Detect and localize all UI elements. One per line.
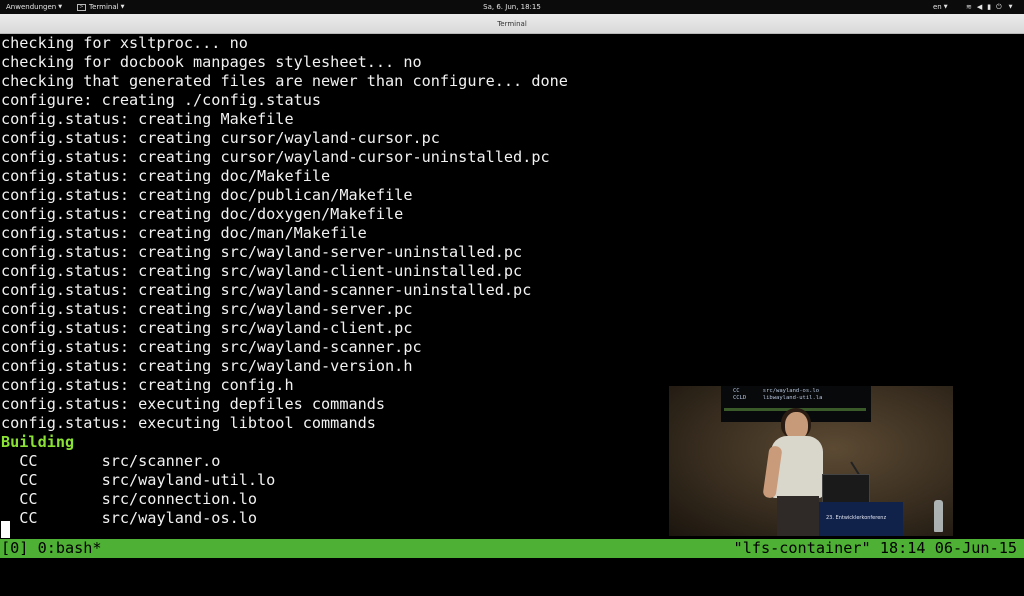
terminal-line: config.status: creating doc/publican/Mak…	[1, 186, 413, 204]
tmux-status-bar: [0] 0:bash* "lfs-container" 18:14 06-Jun…	[0, 539, 1024, 558]
laptop	[822, 474, 870, 504]
terminal-bottom-padding	[0, 558, 1024, 576]
terminal-line: CC src/wayland-os.lo	[1, 509, 258, 527]
terminal-line: config.status: creating doc/doxygen/Make…	[1, 205, 404, 223]
terminal-line: config.status: creating doc/Makefile	[1, 167, 331, 185]
window-titlebar[interactable]: Terminal	[0, 14, 1024, 34]
terminal-line: config.status: creating src/wayland-clie…	[1, 319, 413, 337]
terminal-line: config.status: creating src/wayland-vers…	[1, 357, 413, 375]
clock[interactable]: Sa, 6. Jun, 18:15	[0, 0, 1024, 14]
terminal-line: config.status: creating src/wayland-serv…	[1, 243, 523, 261]
terminal-cursor	[1, 521, 10, 538]
wifi-icon: ≋	[966, 3, 977, 11]
terminal-line: config.status: executing libtool command…	[1, 414, 376, 432]
building-heading: Building	[1, 433, 75, 451]
power-icon: ⏻	[996, 3, 1007, 11]
terminal-line: config.status: creating src/wayland-serv…	[1, 300, 413, 318]
terminal-line: config.status: creating config.h	[1, 376, 294, 394]
volume-icon: ◀	[976, 3, 988, 11]
speaker-legs	[777, 496, 819, 536]
window-title: Terminal	[497, 20, 527, 28]
terminal-line: config.status: creating cursor/wayland-c…	[1, 148, 550, 166]
terminal-line: config.status: creating doc/man/Makefile	[1, 224, 367, 242]
projection-line: CCLD libwayland-util.la	[733, 395, 823, 401]
terminal-line: config.status: creating src/wayland-clie…	[1, 262, 523, 280]
speaker-video-overlay: CC src/wayland-os.lo CCLD libwayland-uti…	[669, 386, 953, 536]
terminal-line: CC src/connection.lo	[1, 490, 258, 508]
terminal-line: CC src/wayland-util.lo	[1, 471, 276, 489]
terminal-line: config.status: creating Makefile	[1, 110, 294, 128]
tmux-window-list[interactable]: [0] 0:bash*	[1, 539, 102, 558]
water-bottle	[934, 500, 943, 532]
terminal-line: configure: creating ./config.status	[1, 91, 322, 109]
terminal-line: config.status: creating src/wayland-scan…	[1, 281, 532, 299]
chevron-down-icon: ▼	[943, 4, 948, 10]
terminal-line: config.status: creating src/wayland-scan…	[1, 338, 422, 356]
battery-icon: ▮	[987, 3, 997, 11]
terminal-line: config.status: creating cursor/wayland-c…	[1, 129, 440, 147]
podium-logo-text: 23. Entwicklerkonferenz	[826, 515, 887, 521]
terminal-line: CC src/scanner.o	[1, 452, 221, 470]
keyboard-layout-indicator[interactable]: en ▼	[933, 0, 948, 14]
tmux-session-info: "lfs-container" 18:14 06-Jun-15	[733, 539, 1017, 557]
terminal-line: checking for docbook manpages stylesheet…	[1, 53, 422, 71]
projection-line: CC src/wayland-os.lo	[733, 388, 820, 394]
keyboard-layout-label: en	[933, 3, 942, 11]
terminal-line: checking that generated files are newer …	[1, 72, 568, 90]
terminal-line: config.status: executing depfiles comman…	[1, 395, 386, 413]
chevron-down-icon: ▼	[1008, 4, 1018, 10]
terminal-line: checking for xsltproc... no	[1, 34, 248, 52]
top-panel: Anwendungen ▼ > Terminal ▼ Sa, 6. Jun, 18:1…	[0, 0, 1024, 14]
system-status-area[interactable]: ≋◀▮⏻ ▼	[966, 0, 1018, 14]
